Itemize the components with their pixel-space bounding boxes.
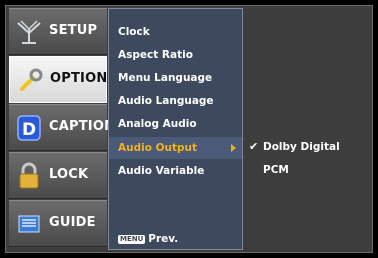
- menu-item-analog-audio[interactable]: Analog Audio: [109, 113, 242, 135]
- tab-option[interactable]: OPTION: [9, 56, 107, 103]
- menu-prev-hint: MENU Prev.: [118, 233, 178, 245]
- tab-guide[interactable]: GUIDE: [9, 200, 107, 247]
- menu-item-menu-language[interactable]: Menu Language: [109, 67, 242, 89]
- book-icon: [18, 215, 40, 233]
- option-pcm[interactable]: PCM: [243, 159, 372, 181]
- tab-label-option: OPTION: [50, 71, 108, 86]
- tab-label-caption: CAPTION: [49, 119, 116, 134]
- audio-output-options: ✔ Dolby Digital PCM: [243, 8, 372, 250]
- menu-item-audio-output-label: Audio Output: [118, 142, 198, 154]
- padlock-icon: [19, 162, 39, 189]
- tab-label-guide: GUIDE: [49, 215, 96, 230]
- tv-menu-screen: SETUP OPTION D CAPTION LOCK GUIDE Clock …: [0, 0, 378, 258]
- tab-label-lock: LOCK: [49, 167, 89, 182]
- tab-caption[interactable]: D CAPTION: [9, 104, 115, 151]
- tab-lock[interactable]: LOCK: [9, 152, 107, 199]
- option-dolby-digital[interactable]: ✔ Dolby Digital: [243, 136, 372, 158]
- menu-item-aspect-ratio[interactable]: Aspect Ratio: [109, 44, 242, 66]
- caption-d-icon: D: [17, 115, 41, 141]
- option-menu-list: Clock Aspect Ratio Menu Language Audio L…: [108, 8, 243, 250]
- tab-setup[interactable]: SETUP: [9, 8, 107, 55]
- menu-button-icon: MENU: [118, 235, 146, 244]
- category-tabs: SETUP OPTION D CAPTION LOCK GUIDE: [9, 8, 115, 250]
- option-pcm-label: PCM: [263, 164, 289, 176]
- option-dolby-digital-label: Dolby Digital: [263, 141, 340, 153]
- checkmark-icon: ✔: [249, 140, 259, 153]
- svg-text:D: D: [22, 120, 36, 140]
- menu-frame: SETUP OPTION D CAPTION LOCK GUIDE Clock …: [5, 5, 373, 253]
- menu-item-audio-language[interactable]: Audio Language: [109, 90, 242, 112]
- menu-item-clock[interactable]: Clock: [109, 21, 242, 43]
- antenna-icon: [17, 20, 41, 44]
- tab-label-setup: SETUP: [49, 23, 98, 38]
- menu-item-audio-variable[interactable]: Audio Variable: [109, 160, 242, 182]
- menu-item-audio-output[interactable]: Audio Output: [109, 137, 242, 159]
- wrench-icon: [20, 68, 43, 91]
- prev-label: Prev.: [148, 233, 179, 245]
- submenu-arrow-icon: [231, 144, 236, 152]
